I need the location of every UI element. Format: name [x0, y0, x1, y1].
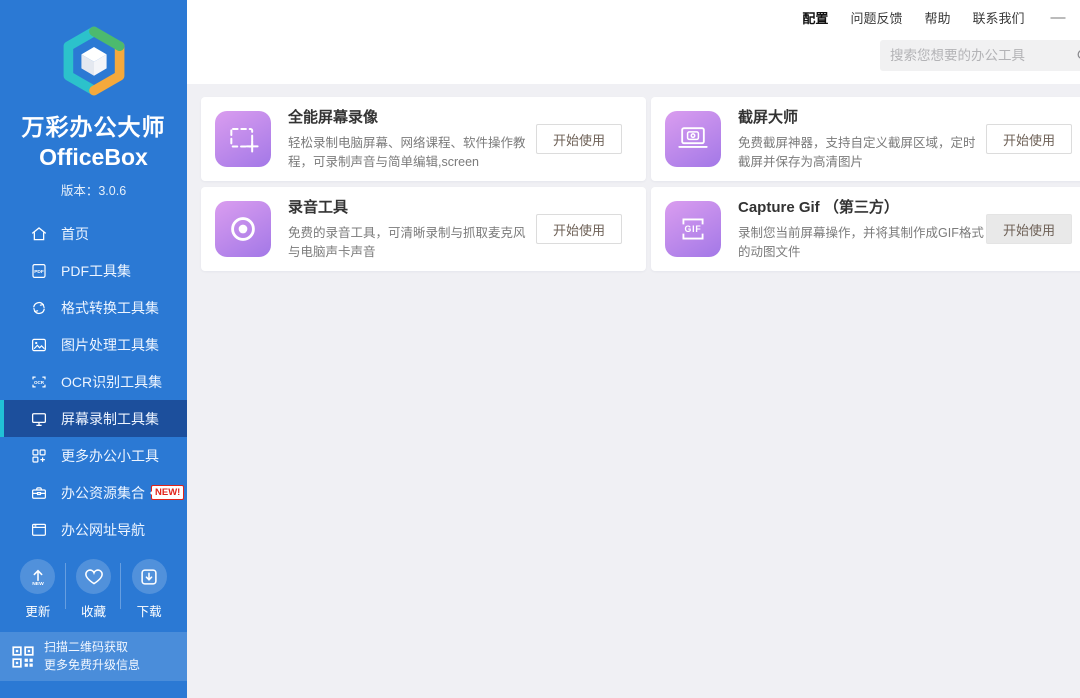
sidebar: 万彩办公大师 OfficeBox 版本：3.0.6 首页 PDF PDF工具集: [0, 0, 187, 698]
tool-card-audio-recorder[interactable]: 录音工具 免费的录音工具，可清晰录制与抓取麦克风与电脑声卡声音 开始使用: [201, 187, 646, 271]
sidebar-nav: 首页 PDF PDF工具集 格式转换工具集 图片处理工具集: [0, 215, 187, 548]
tool-title: 截屏大师: [738, 106, 986, 127]
screen-capture-area-icon: [215, 111, 271, 167]
svg-text:OCR: OCR: [34, 379, 45, 384]
sidebar-item-label: 格式转换工具集: [61, 298, 159, 318]
sidebar-item-format-convert[interactable]: 格式转换工具集: [0, 289, 187, 326]
sidebar-item-label: 办公资源集合: [61, 483, 145, 503]
search-box[interactable]: [880, 40, 1080, 71]
qr-upgrade-banner[interactable]: 扫描二维码获取 更多免费升级信息: [0, 632, 187, 681]
more-tools-icon: [29, 446, 48, 465]
tool-card-screenshot-master[interactable]: 截屏大师 免费截屏神器，支持自定义截屏区域，定时截屏并保存为高清图片 开始使用: [651, 97, 1080, 181]
officebox-logo-icon: [57, 24, 131, 98]
pdf-icon: PDF: [29, 261, 48, 280]
card-text: 录音工具 免费的录音工具，可清晰录制与抓取麦克风与电脑声卡声音: [288, 196, 536, 262]
tool-description: 免费的录音工具，可清晰录制与抓取麦克风与电脑声卡声音: [288, 224, 536, 262]
download-icon: [132, 559, 167, 594]
tool-card-grid: 全能屏幕录像 轻松录制电脑屏幕、网络课程、软件操作教程，可录制声音与简单编辑,s…: [201, 97, 1080, 271]
sidebar-item-screen-record[interactable]: 屏幕录制工具集: [0, 400, 187, 437]
ocr-icon: OCR: [29, 372, 48, 391]
sidebar-item-home[interactable]: 首页: [0, 215, 187, 252]
screen-record-icon: [29, 409, 48, 428]
search-input[interactable]: [890, 48, 1075, 63]
favorites-label: 收藏: [81, 601, 106, 620]
card-text: 截屏大师 免费截屏神器，支持自定义截屏区域，定时截屏并保存为高清图片: [738, 106, 986, 172]
main-area: 配置 问题反馈 帮助 联系我们 — × 全能屏幕录像: [187, 0, 1080, 698]
sidebar-item-label: 首页: [61, 224, 89, 244]
download-label: 下载: [137, 601, 162, 620]
svg-text:GIF: GIF: [684, 224, 701, 234]
officebox-window: 万彩办公大师 OfficeBox 版本：3.0.6 首页 PDF PDF工具集: [0, 0, 1080, 698]
tool-card-screen-recorder[interactable]: 全能屏幕录像 轻松录制电脑屏幕、网络课程、软件操作教程，可录制声音与简单编辑,s…: [201, 97, 646, 181]
tool-description: 录制您当前屏幕操作，并将其制作成GIF格式的动图文件: [738, 224, 986, 262]
update-icon: NEW: [20, 559, 55, 594]
app-name-cn: 万彩办公大师: [0, 108, 187, 142]
start-use-button[interactable]: 开始使用: [986, 124, 1072, 154]
audio-record-icon: [215, 201, 271, 257]
update-button[interactable]: NEW 更新: [10, 559, 66, 620]
start-use-button[interactable]: 开始使用: [536, 214, 622, 244]
svg-text:NEW: NEW: [32, 581, 44, 587]
browser-icon: [29, 520, 48, 539]
menu-item-contact[interactable]: 联系我们: [972, 8, 1024, 27]
tool-description: 轻松录制电脑屏幕、网络课程、软件操作教程，可录制声音与简单编辑,screen: [288, 134, 536, 172]
sidebar-item-web-navigation[interactable]: 办公网址导航: [0, 511, 187, 548]
sidebar-item-label: 图片处理工具集: [61, 335, 159, 355]
qr-text-line2: 更多免费升级信息: [44, 657, 140, 674]
new-badge: NEW!: [151, 485, 184, 500]
minimize-button[interactable]: —: [1050, 10, 1065, 25]
sidebar-item-label: PDF工具集: [61, 261, 131, 281]
sidebar-item-label: 办公网址导航: [61, 520, 145, 540]
app-version: 版本：3.0.6: [0, 180, 187, 199]
image-icon: [29, 335, 48, 354]
topbar: 配置 问题反馈 帮助 联系我们 — ×: [187, 0, 1080, 84]
sidebar-item-label: 更多办公小工具: [61, 446, 159, 466]
content-area: 全能屏幕录像 轻松录制电脑屏幕、网络课程、软件操作教程，可录制声音与简单编辑,s…: [187, 84, 1080, 698]
favorites-button[interactable]: 收藏: [66, 559, 122, 620]
update-label: 更新: [25, 601, 50, 620]
tool-title: 录音工具: [288, 196, 536, 217]
qr-text: 扫描二维码获取 更多免费升级信息: [44, 639, 140, 674]
sidebar-item-office-resources[interactable]: 办公资源集合 NEW!: [0, 474, 187, 511]
search-icon[interactable]: [1075, 47, 1080, 64]
briefcase-icon: [29, 483, 48, 502]
start-use-button[interactable]: 开始使用: [986, 214, 1072, 244]
sidebar-item-ocr-tools[interactable]: OCR OCR识别工具集: [0, 363, 187, 400]
sidebar-item-pdf-tools[interactable]: PDF PDF工具集: [0, 252, 187, 289]
svg-text:PDF: PDF: [34, 268, 44, 274]
sidebar-item-label: 屏幕录制工具集: [61, 409, 159, 429]
menu-item-help[interactable]: 帮助: [924, 8, 950, 27]
qr-text-line1: 扫描二维码获取: [44, 639, 140, 656]
tool-description: 免费截屏神器，支持自定义截屏区域，定时截屏并保存为高清图片: [738, 134, 986, 172]
convert-icon: [29, 298, 48, 317]
heart-icon: [76, 559, 111, 594]
tool-title: 全能屏幕录像: [288, 106, 536, 127]
laptop-camera-icon: [665, 111, 721, 167]
topbar-menu: 配置 问题反馈 帮助 联系我们 — ×: [780, 8, 1080, 27]
tool-title: Capture Gif （第三方）: [738, 196, 986, 217]
start-use-button[interactable]: 开始使用: [536, 124, 622, 154]
sidebar-item-label: OCR识别工具集: [61, 372, 162, 392]
gif-icon: GIF: [665, 201, 721, 257]
sidebar-item-more-tools[interactable]: 更多办公小工具: [0, 437, 187, 474]
home-icon: [29, 224, 48, 243]
app-name-en: OfficeBox: [0, 144, 187, 171]
qr-code-icon: [10, 644, 36, 670]
menu-item-feedback[interactable]: 问题反馈: [850, 8, 902, 27]
download-button[interactable]: 下载: [121, 559, 177, 620]
sidebar-actions: NEW 更新 收藏 下载: [0, 559, 187, 620]
menu-item-settings[interactable]: 配置: [802, 8, 828, 27]
sidebar-item-image-tools[interactable]: 图片处理工具集: [0, 326, 187, 363]
card-text: 全能屏幕录像 轻松录制电脑屏幕、网络课程、软件操作教程，可录制声音与简单编辑,s…: [288, 106, 536, 172]
tool-card-capture-gif[interactable]: GIF Capture Gif （第三方） 录制您当前屏幕操作，并将其制作成GI…: [651, 187, 1080, 271]
card-text: Capture Gif （第三方） 录制您当前屏幕操作，并将其制作成GIF格式的…: [738, 196, 986, 262]
brand-block: 万彩办公大师 OfficeBox 版本：3.0.6: [0, 0, 187, 199]
